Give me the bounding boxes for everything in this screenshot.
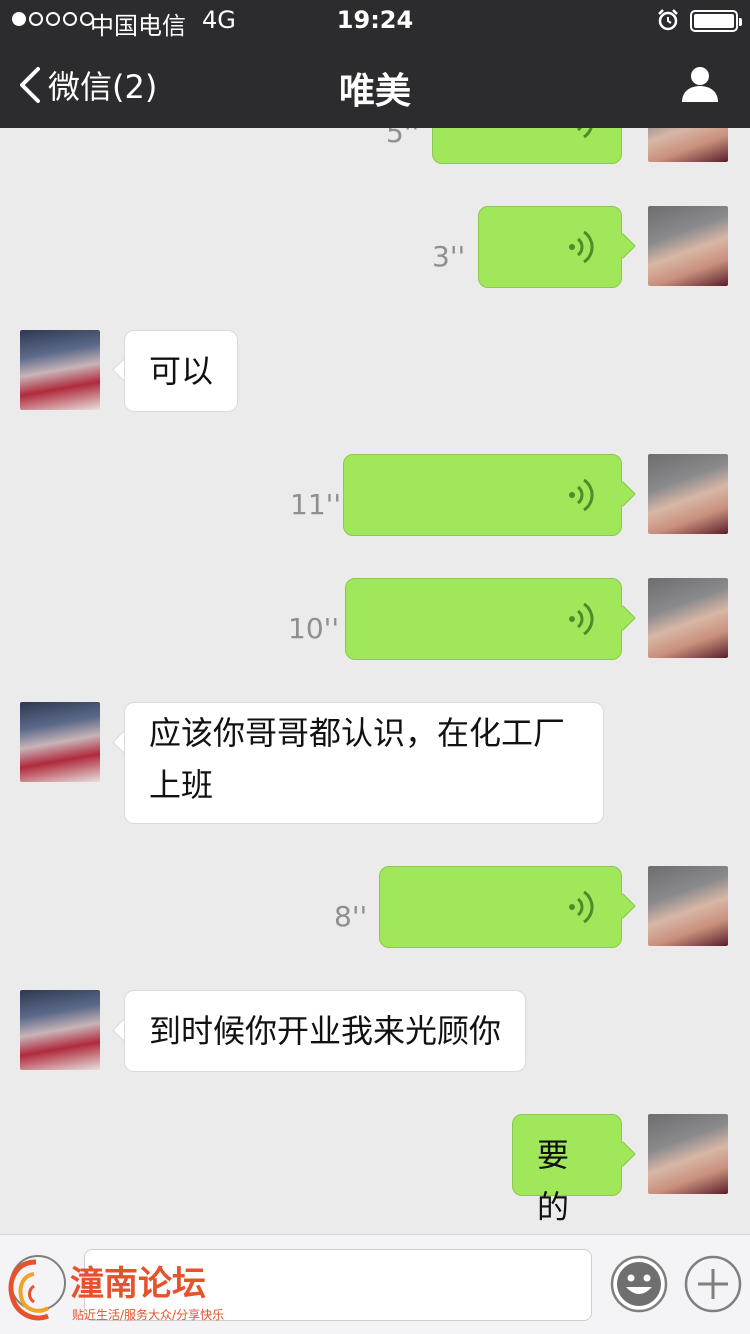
text-bubble[interactable]: 可以 xyxy=(124,330,239,412)
message-voice[interactable]: 5'' xyxy=(0,128,750,164)
alarm-icon xyxy=(658,9,678,31)
text-line: 应该你哥哥都认识，在化工厂 xyxy=(149,714,566,752)
message-voice[interactable]: 10'' xyxy=(0,578,750,660)
status-bar: 中国电信 4G 19:24 xyxy=(0,0,750,40)
plus-icon[interactable] xyxy=(684,1255,742,1313)
voice-duration: 11'' xyxy=(290,488,342,521)
chat-area[interactable]: 5'' 3'' 可以 11'' 10'' 应该你哥哥都认识，在化工厂 上班 8'… xyxy=(0,128,750,1234)
voice-duration: 8'' xyxy=(334,900,368,933)
forum-watermark: 潼南论坛 贴近生活/服务大众/分享快乐 xyxy=(4,1256,244,1328)
voice-wave-icon xyxy=(576,128,593,139)
text-bubble[interactable]: 要的 xyxy=(512,1114,622,1226)
voice-wave-icon xyxy=(569,478,594,512)
voice-bubble[interactable] xyxy=(478,206,622,288)
my-avatar[interactable] xyxy=(648,206,728,286)
text-line: 上班 xyxy=(149,766,214,804)
voice-wave-icon xyxy=(569,230,594,264)
watermark-subtitle: 贴近生活/服务大众/分享快乐 xyxy=(72,1308,225,1322)
message-text[interactable]: 到时候你开业我来光顾你 xyxy=(0,990,750,1072)
message-text[interactable]: 应该你哥哥都认识，在化工厂 上班 xyxy=(0,702,750,824)
battery-icon xyxy=(690,10,742,32)
my-avatar[interactable] xyxy=(648,1114,728,1194)
voice-wave-icon xyxy=(569,890,594,924)
voice-wave-icon xyxy=(569,602,594,636)
smiley-icon[interactable] xyxy=(610,1255,668,1313)
status-time: 19:24 xyxy=(336,6,414,34)
voice-duration: 3'' xyxy=(432,240,466,273)
message-voice[interactable]: 3'' xyxy=(0,206,750,288)
text-bubble[interactable]: 到时候你开业我来光顾你 xyxy=(124,990,527,1072)
voice-duration: 10'' xyxy=(288,612,340,645)
contact-avatar[interactable] xyxy=(20,330,100,410)
my-avatar[interactable] xyxy=(648,578,728,658)
voice-duration: 5'' xyxy=(386,128,420,149)
chat-title: 唯美 xyxy=(338,71,411,112)
my-avatar[interactable] xyxy=(648,866,728,946)
forum-logo-icon xyxy=(8,1259,50,1321)
person-icon[interactable] xyxy=(680,64,720,104)
my-avatar[interactable] xyxy=(648,454,728,534)
watermark-title: 潼南论坛 xyxy=(70,1264,206,1304)
message-text[interactable]: 可以 xyxy=(0,330,750,412)
message-voice[interactable]: 11'' xyxy=(0,454,750,536)
message-voice[interactable]: 8'' xyxy=(0,866,750,948)
contact-avatar[interactable] xyxy=(20,990,100,1070)
contact-avatar[interactable] xyxy=(20,702,100,782)
my-avatar[interactable] xyxy=(648,128,728,162)
top-bar: 中国电信 4G 19:24 微信(2) 唯美 xyxy=(0,0,750,128)
text-bubble[interactable]: 应该你哥哥都认识，在化工厂 上班 xyxy=(124,702,604,824)
message-text[interactable]: 要的 xyxy=(0,1114,750,1226)
